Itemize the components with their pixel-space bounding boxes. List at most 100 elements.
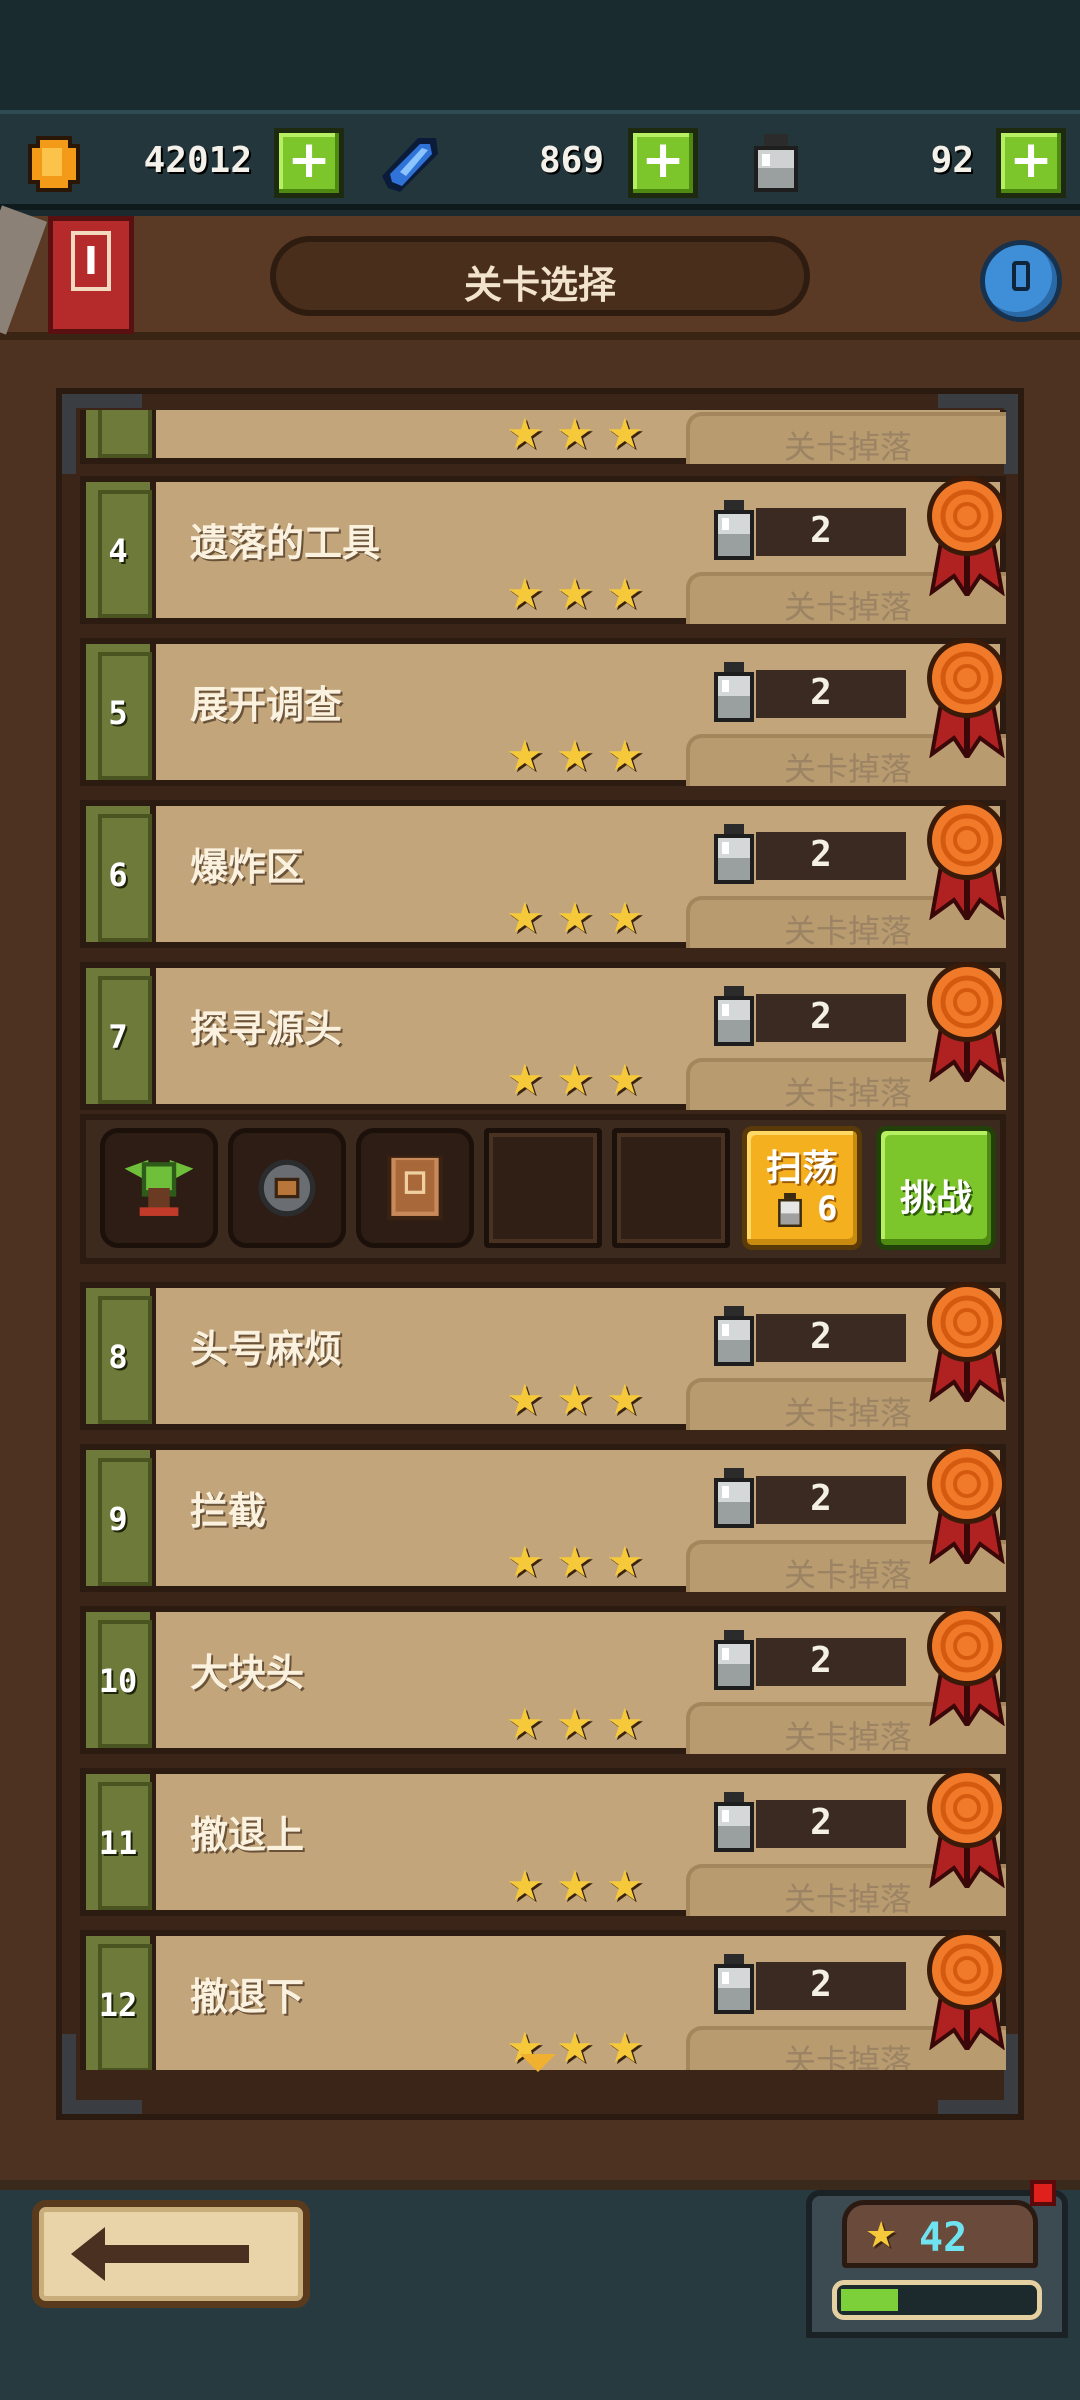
- level-name: 遗落的工具: [190, 521, 381, 565]
- level-number: 10: [98, 1662, 138, 1700]
- level-number-plate: 5: [86, 644, 156, 780]
- level-row[interactable]: 12 撤退下 关卡掉落 ★ ★ ★ 2: [80, 1930, 1006, 2070]
- help-button[interactable]: [980, 240, 1062, 322]
- level-name: 撤退上: [190, 1813, 305, 1857]
- star-icon: ★: [556, 1861, 594, 1910]
- star-icon: ★: [506, 1699, 544, 1748]
- level-number-plate: [86, 410, 156, 458]
- sweep-button[interactable]: 扫荡 6: [742, 1126, 862, 1250]
- star-icon: ★: [506, 1861, 544, 1910]
- reward-slot-empty: [484, 1128, 602, 1248]
- level-number-plate: 10: [86, 1612, 156, 1748]
- star-icon: ★: [606, 893, 644, 942]
- entry-cost: 2: [706, 1466, 926, 1528]
- status-area: [0, 0, 1080, 110]
- star-icon: ★: [556, 1699, 594, 1748]
- star-rating: ★ ★ ★: [506, 572, 656, 616]
- level-list[interactable]: ★ ★ ★ 关卡掉落 4 遗落的工具 关卡掉落 ★ ★ ★ 2 5 展开调查 关卡掉落 ★ ★ ★ 2 6 爆炸区…: [80, 410, 1006, 2070]
- challenge-button[interactable]: 挑战: [876, 1126, 996, 1250]
- entry-cost: 2: [706, 498, 926, 560]
- star-rating: ★ ★ ★: [506, 1540, 656, 1584]
- reward-slot[interactable]: [228, 1128, 346, 1248]
- star-icon: ★: [506, 569, 544, 618]
- spellbook-icon: [387, 1155, 443, 1221]
- level-number: 6: [108, 856, 128, 894]
- challenge-label: 挑战: [899, 1178, 972, 1219]
- star-rating: ★ ★ ★: [506, 1702, 656, 1746]
- level-number-plate: 9: [86, 1450, 156, 1586]
- star-rating: ★ ★ ★: [506, 1378, 656, 1422]
- sweep-cost: 6: [817, 1189, 838, 1229]
- completion-medal-icon: [927, 476, 1006, 596]
- level-name: 探寻源头: [190, 1007, 343, 1051]
- star-icon: ★: [506, 731, 544, 780]
- star-icon: ★: [556, 893, 594, 942]
- entry-cost: 2: [706, 1952, 926, 2014]
- star-icon: ★: [556, 731, 594, 780]
- star-rating: ★ ★ ★: [506, 734, 656, 778]
- entry-cost-value: 2: [810, 1478, 832, 1519]
- reward-slot[interactable]: [100, 1128, 218, 1248]
- level-row[interactable]: 10 大块头 关卡掉落 ★ ★ ★ 2: [80, 1606, 1006, 1756]
- gold-amount: 42012: [143, 140, 252, 181]
- level-number: 8: [108, 1338, 128, 1376]
- entry-cost: 2: [706, 1304, 926, 1366]
- star-icon: ★: [606, 2023, 644, 2070]
- potion-jar-icon: [714, 1630, 754, 1690]
- title-plate: 关卡选择: [270, 236, 810, 316]
- entry-cost-value: 2: [810, 1802, 832, 1843]
- level-number: 9: [108, 1500, 128, 1538]
- level-row[interactable]: 7 探寻源头 关卡掉落 ★ ★ ★ 2: [80, 962, 1006, 1112]
- potion-jar-icon: [778, 1193, 802, 1227]
- level-row[interactable]: 4 遗落的工具 关卡掉落 ★ ★ ★ 2: [80, 476, 1006, 626]
- level-number: 4: [108, 532, 128, 570]
- entry-cost: 2: [706, 1790, 926, 1852]
- energy-progress-fill: [841, 2289, 898, 2311]
- star-icon: ★: [606, 1375, 644, 1424]
- back-button[interactable]: [32, 2200, 310, 2308]
- entry-cost-value: 2: [810, 1316, 832, 1357]
- potion-jar-icon: [714, 1792, 754, 1852]
- iron-bracer-icon: [258, 1159, 316, 1217]
- entry-cost-value: 2: [810, 1964, 832, 2005]
- add-gems-button[interactable]: +: [628, 128, 698, 198]
- level-row[interactable]: 6 爆炸区 关卡掉落 ★ ★ ★ 2: [80, 800, 1006, 950]
- add-gold-button[interactable]: +: [274, 128, 344, 198]
- level-row[interactable]: 5 展开调查 关卡掉落 ★ ★ ★ 2: [80, 638, 1006, 788]
- star-icon: ★: [506, 410, 544, 458]
- level-row-partial[interactable]: ★ ★ ★ 关卡掉落: [80, 410, 1006, 466]
- star-rating: ★ ★ ★: [506, 896, 656, 940]
- energy-panel[interactable]: ★ 42: [806, 2190, 1068, 2338]
- star-icon: ★: [606, 1537, 644, 1586]
- level-number: 7: [108, 1018, 128, 1056]
- star-rating: ★ ★ ★: [506, 412, 656, 456]
- potion-jar-icon: [714, 1468, 754, 1528]
- energy-counter: ★ 42: [842, 2200, 1038, 2268]
- level-row[interactable]: 11 撤退上 关卡掉落 ★ ★ ★ 2: [80, 1768, 1006, 1918]
- star-icon: ★: [506, 1055, 544, 1104]
- potion-resource: 92 +: [740, 128, 1070, 198]
- gold-resource: 42012 +: [18, 128, 348, 198]
- chapter-bookmark[interactable]: I: [48, 216, 134, 334]
- scroll-down-indicator: [520, 2054, 556, 2072]
- level-row[interactable]: 8 头号麻烦 关卡掉落 ★ ★ ★ 2: [80, 1282, 1006, 1432]
- completion-medal-icon: [927, 1768, 1006, 1888]
- star-icon: ★: [556, 1375, 594, 1424]
- level-number-plate: 6: [86, 806, 156, 942]
- reward-slot[interactable]: [356, 1128, 474, 1248]
- star-icon: ★: [606, 1861, 644, 1910]
- completion-medal-icon: [927, 638, 1006, 758]
- star-icon: ★: [506, 893, 544, 942]
- add-potion-button[interactable]: +: [996, 128, 1066, 198]
- header: I 关卡选择: [0, 216, 1080, 340]
- entry-cost: 2: [706, 660, 926, 722]
- energy-progress-bar: [832, 2280, 1042, 2320]
- level-drop-tab[interactable]: 关卡掉落: [686, 412, 1006, 466]
- star-icon: ★: [556, 2023, 594, 2070]
- completion-medal-icon: [927, 962, 1006, 1082]
- level-row[interactable]: 9 拦截 关卡掉落 ★ ★ ★ 2: [80, 1444, 1006, 1594]
- potion-jar-icon: [754, 134, 798, 192]
- gold-coin-icon: [28, 136, 80, 192]
- entry-cost: 2: [706, 822, 926, 884]
- page-title: 关卡选择: [463, 263, 616, 307]
